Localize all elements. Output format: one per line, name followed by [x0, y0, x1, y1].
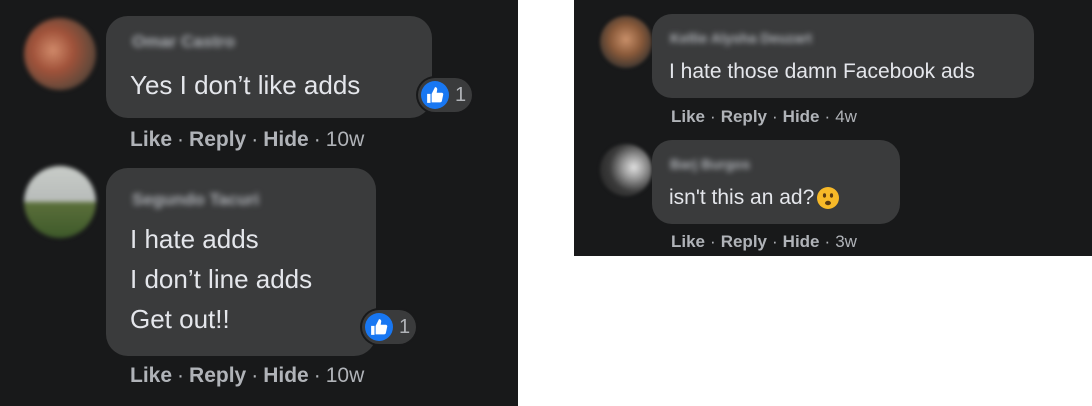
- comment-text: I hate those damn Facebook ads: [669, 60, 975, 83]
- reply-link[interactable]: Reply: [721, 232, 767, 251]
- comment-bubble: Omar Castro Yes I don’t like adds: [106, 16, 432, 118]
- comment-text: I hate adds: [130, 224, 259, 254]
- comment-text: Yes I don’t like adds: [130, 70, 361, 100]
- like-link[interactable]: Like: [130, 128, 172, 151]
- comment-actions: Like · Reply · Hide · 3w: [671, 232, 857, 251]
- comment-timestamp[interactable]: 4w: [835, 107, 857, 126]
- hide-link[interactable]: Hide: [263, 364, 309, 387]
- frowning-face-icon: [817, 187, 840, 210]
- comment-timestamp[interactable]: 10w: [326, 364, 365, 387]
- comment-bubble: Kellie Alysha Deuzart I hate those damn …: [652, 14, 1034, 98]
- comment-bubble: Barj Burgos isn't this an ad?: [652, 140, 900, 224]
- comment-actions: Like · Reply · Hide · 10w: [130, 364, 365, 387]
- like-reaction-icon: [421, 81, 449, 109]
- comment-timestamp[interactable]: 10w: [326, 128, 365, 151]
- comment-author[interactable]: Kellie Alysha Deuzart: [670, 30, 812, 46]
- comments-panel-right: Kellie Alysha Deuzart I hate those damn …: [574, 0, 1092, 256]
- hide-link[interactable]: Hide: [263, 128, 309, 151]
- comment-author[interactable]: Barj Burgos: [670, 156, 750, 172]
- reaction-count: 1: [399, 315, 411, 338]
- comments-panel-left: Omar Castro Yes I don’t like adds 1 Like…: [0, 0, 518, 406]
- avatar[interactable]: [24, 166, 96, 238]
- like-reaction-icon: [365, 313, 393, 341]
- hide-link[interactable]: Hide: [783, 232, 820, 251]
- comment-text-content: isn't this an ad?: [669, 186, 815, 209]
- comment-text: isn't this an ad?: [669, 186, 840, 210]
- like-link[interactable]: Like: [671, 107, 705, 126]
- avatar[interactable]: [24, 18, 96, 90]
- reaction-badge[interactable]: 1: [362, 310, 417, 344]
- reply-link[interactable]: Reply: [189, 128, 246, 151]
- like-link[interactable]: Like: [671, 232, 705, 251]
- comment-author[interactable]: Segundo Tacuri: [132, 190, 259, 210]
- like-link[interactable]: Like: [130, 364, 172, 387]
- comment-timestamp[interactable]: 3w: [835, 232, 857, 251]
- avatar[interactable]: [600, 144, 652, 196]
- reply-link[interactable]: Reply: [721, 107, 767, 126]
- comment-actions: Like · Reply · Hide · 4w: [671, 107, 857, 126]
- comment-author[interactable]: Omar Castro: [132, 32, 235, 52]
- hide-link[interactable]: Hide: [783, 107, 820, 126]
- reaction-badge[interactable]: 1: [418, 78, 473, 112]
- reaction-count: 1: [455, 83, 467, 106]
- comment-actions: Like · Reply · Hide · 10w: [130, 128, 365, 151]
- reply-link[interactable]: Reply: [189, 364, 246, 387]
- comment-text: I don’t line adds: [130, 264, 313, 294]
- comment-bubble: Segundo Tacuri I hate adds I don’t line …: [106, 168, 376, 356]
- avatar[interactable]: [600, 16, 652, 68]
- comment-text: Get out!!: [130, 304, 230, 334]
